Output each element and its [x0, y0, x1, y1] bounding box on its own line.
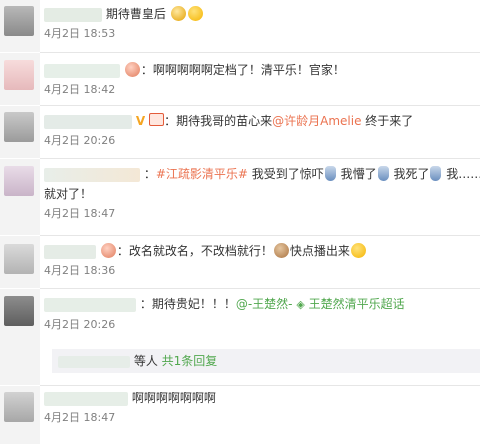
comment-text: ：#江疏影清平乐# 我受到了惊吓 我懵了 我死了 我…… — [44, 164, 480, 184]
reply-summary-label: 等人 — [133, 354, 158, 368]
username-blurred[interactable] — [44, 391, 128, 406]
comment-body: 我受到了惊吓 — [247, 167, 324, 181]
timestamp[interactable]: 4月2日 18:42 — [44, 82, 480, 98]
username-blurred[interactable] — [44, 63, 120, 78]
comment-body: 啊啊啊啊啊啊啊 — [131, 391, 216, 405]
figure-emoji-icon — [324, 166, 336, 181]
comment-body: 我…… — [442, 167, 480, 181]
comment-body: 期待曹皇后 — [105, 7, 166, 21]
comment-item: ：啊啊啊啊啊定档了！清平乐！官家！ 4月2日 18:42 — [44, 60, 480, 98]
avatar[interactable] — [4, 244, 34, 274]
diamond-icon: ◈ — [296, 298, 305, 311]
member-badge-icon — [149, 113, 165, 126]
avatar-emoji-icon — [100, 243, 116, 258]
username-blurred[interactable] — [44, 244, 96, 259]
mention-link[interactable]: @许龄月Amelie — [272, 114, 361, 128]
verified-icon: V — [135, 114, 146, 128]
monkey-emoji-icon — [273, 243, 289, 258]
comment-item: ：期待贵妃！！！@-王楚然- ◈ 王楚然清平乐超话 4月2日 20:26 — [44, 294, 480, 333]
comment-text: ：改名就改名，不改档就行！ 快点播出来 — [44, 241, 480, 261]
comment-text: ：啊啊啊啊啊定档了！清平乐！官家！ — [44, 60, 480, 80]
timestamp[interactable]: 4月2日 18:53 — [44, 26, 480, 42]
comment-text: 啊啊啊啊啊啊啊 — [44, 388, 480, 408]
avatar-emoji-icon — [124, 62, 140, 77]
timestamp[interactable]: 4月2日 20:26 — [44, 133, 480, 149]
comment-text: V ：期待我哥的苗心来@许龄月Amelie 终于来了 — [44, 111, 480, 131]
divider — [40, 105, 480, 106]
comment-text-line2: 就对了！ — [44, 187, 93, 201]
timestamp[interactable]: 4月2日 18:36 — [44, 263, 480, 279]
comment-body: 快点播出来 — [289, 244, 350, 258]
username-blurred[interactable] — [58, 355, 130, 368]
divider — [40, 385, 480, 386]
doge-emoji-icon — [350, 243, 366, 258]
comment-body: 我懵了 — [336, 167, 377, 181]
comment-text: 期待曹皇后 — [44, 4, 480, 24]
username-blurred[interactable] — [44, 167, 140, 182]
figure-emoji-icon — [377, 166, 389, 181]
divider — [40, 288, 480, 289]
comment-body: ：啊啊啊啊啊定档了！清平乐！官家！ — [140, 63, 345, 77]
comment-item: 期待曹皇后 4月2日 18:53 — [44, 4, 480, 42]
timestamp[interactable]: 4月2日 18:47 — [44, 206, 480, 222]
timestamp[interactable]: 4月2日 18:47 — [44, 410, 480, 426]
avatar[interactable] — [4, 112, 34, 142]
reply-summary[interactable]: 等人 共1条回复 — [52, 349, 480, 373]
comment-item: 啊啊啊啊啊啊啊 4月2日 18:47 — [44, 388, 480, 426]
divider — [40, 158, 480, 159]
reply-count-link[interactable]: 共1条回复 — [162, 354, 218, 368]
figure-emoji-icon — [430, 166, 442, 181]
comment-item: ：改名就改名，不改档就行！ 快点播出来 4月2日 18:36 — [44, 241, 480, 279]
smile-emoji-icon — [187, 6, 203, 21]
avatar[interactable] — [4, 60, 34, 90]
super-topic-link[interactable]: 王楚然清平乐超话 — [309, 297, 405, 311]
avatar[interactable] — [4, 392, 34, 422]
avatar[interactable] — [4, 6, 34, 36]
hashtag-link[interactable]: #江疏影清平乐# — [156, 167, 248, 181]
comment-body: 我死了 — [389, 167, 430, 181]
comment-body: ：期待贵妃！！！ — [139, 297, 236, 311]
timestamp[interactable]: 4月2日 20:26 — [44, 317, 480, 333]
username-blurred[interactable] — [44, 297, 136, 312]
username-blurred[interactable] — [44, 114, 132, 129]
comment-item: V ：期待我哥的苗心来@许龄月Amelie 终于来了 4月2日 20:26 — [44, 111, 480, 149]
comment-item: ：#江疏影清平乐# 我受到了惊吓 我懵了 我死了 我…… 就对了！ 4月2日 1… — [44, 164, 480, 222]
divider — [40, 235, 480, 236]
shy-emoji-icon — [170, 6, 186, 21]
avatar[interactable] — [4, 166, 34, 196]
divider — [40, 52, 480, 53]
comment-body: ：改名就改名，不改档就行！ — [116, 244, 273, 258]
username-blurred[interactable] — [44, 7, 102, 22]
comment-body-end: 终于来了 — [361, 114, 414, 128]
avatar[interactable] — [4, 296, 34, 326]
comment-body: ： — [143, 167, 156, 181]
mention-link[interactable]: @-王楚然- — [236, 297, 293, 311]
comment-text: ：期待贵妃！！！@-王楚然- ◈ 王楚然清平乐超话 — [44, 294, 480, 315]
comment-body: ：期待我哥的苗心来 — [164, 114, 273, 128]
